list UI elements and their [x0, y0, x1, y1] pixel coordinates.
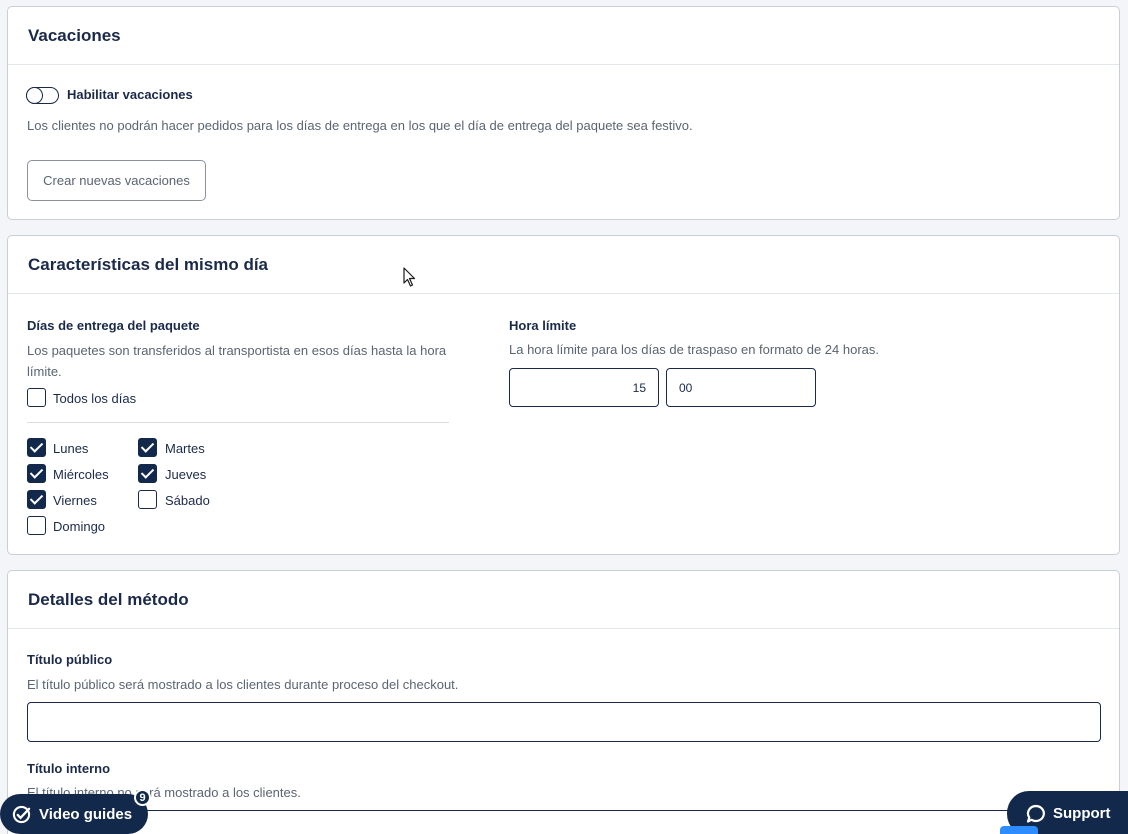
mouse-cursor-icon [403, 267, 416, 287]
monday-label: Lunes [53, 441, 89, 456]
internal-title-input-edge [27, 810, 1101, 811]
same-day-header: Características del mismo día [8, 236, 1119, 294]
page: Vacaciones Habilitar vacaciones Los clie… [0, 0, 1128, 834]
sunday-checkbox[interactable] [27, 516, 46, 535]
video-guides-button[interactable]: Video guides [0, 794, 148, 834]
tuesday-label: Martes [165, 441, 205, 456]
days-divider [27, 422, 449, 423]
public-title-label: Título público [27, 652, 113, 667]
scroll-top-tab[interactable] [1000, 826, 1038, 834]
friday-checkbox[interactable] [27, 490, 46, 509]
internal-title-label: Título interno [27, 761, 111, 776]
tuesday-checkbox[interactable] [138, 438, 157, 457]
public-title-input[interactable] [27, 702, 1101, 742]
wednesday-label: Miércoles [53, 467, 109, 482]
cutoff-help: La hora límite para los días de traspaso… [509, 342, 879, 357]
wednesday-checkbox[interactable] [27, 464, 46, 483]
public-title-help: El título público será mostrado a los cl… [27, 677, 459, 692]
cutoff-label: Hora límite [509, 318, 577, 333]
method-title: Detalles del método [28, 589, 189, 609]
vacations-toggle[interactable] [26, 86, 59, 104]
all-days-checkbox[interactable] [27, 388, 46, 407]
video-guides-label: Video guides [39, 805, 133, 823]
check-badge-icon [12, 805, 31, 823]
cutoff-minute-input[interactable]: 00 [666, 368, 816, 407]
create-vacations-button[interactable]: Crear nuevas vacaciones [27, 160, 206, 201]
vacations-header: Vacaciones [8, 7, 1119, 65]
saturday-checkbox[interactable] [138, 490, 157, 509]
same-day-title: Características del mismo día [28, 254, 269, 274]
friday-label: Viernes [53, 493, 97, 508]
method-header: Detalles del método [8, 571, 1119, 629]
method-card: Detalles del método Título público El tí… [7, 570, 1120, 834]
thursday-label: Jueves [165, 467, 207, 482]
delivery-days-help: Los paquetes son transferidos al transpo… [27, 343, 447, 379]
thursday-checkbox[interactable] [138, 464, 157, 483]
all-days-label: Todos los días [53, 391, 137, 406]
video-guides-count-badge: 9 [134, 789, 151, 806]
monday-checkbox[interactable] [27, 438, 46, 457]
delivery-days-label: Días de entrega del paquete [27, 318, 200, 333]
toggle-knob [26, 86, 43, 104]
cutoff-hour-input[interactable]: 15 [509, 368, 659, 407]
sunday-label: Domingo [53, 519, 106, 534]
chat-bubble-icon [1026, 804, 1045, 823]
saturday-label: Sábado [165, 493, 210, 508]
same-day-card: Características del mismo día Días de en… [7, 235, 1120, 555]
vacations-card: Vacaciones Habilitar vacaciones Los clie… [7, 6, 1120, 220]
vacations-toggle-label: Habilitar vacaciones [67, 87, 193, 102]
support-label: Support [1053, 805, 1111, 822]
vacations-description: Los clientes no podrán hacer pedidos par… [27, 118, 693, 133]
vacations-title: Vacaciones [28, 25, 121, 45]
